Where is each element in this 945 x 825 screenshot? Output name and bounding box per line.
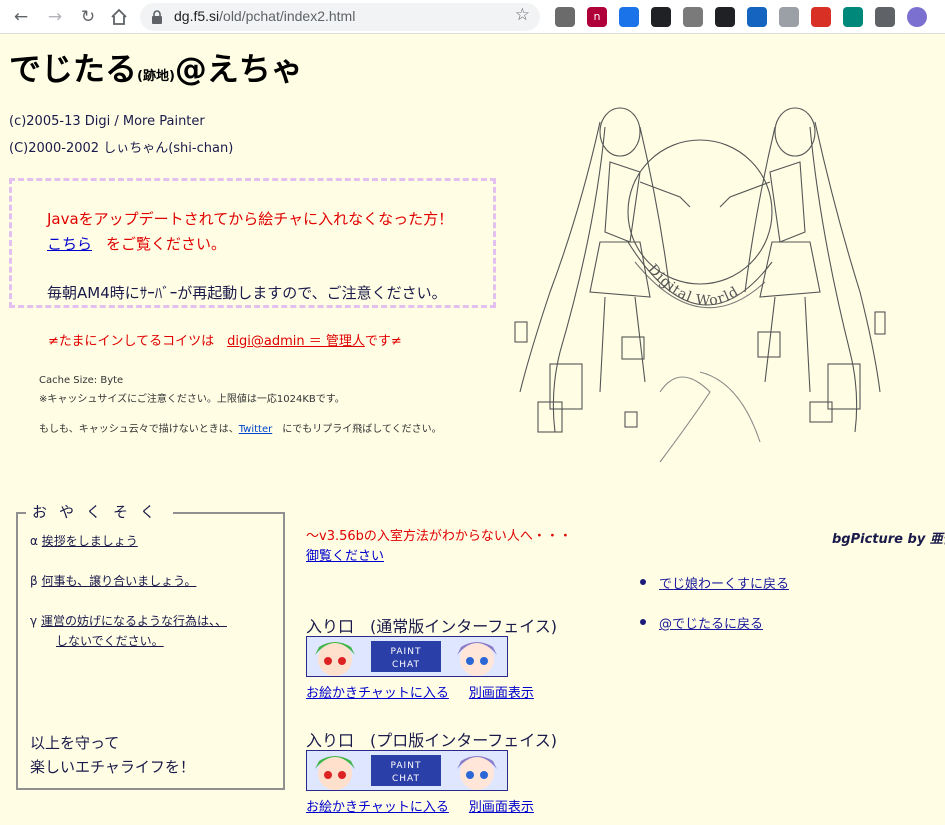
rule-gamma-cont: しないでください。	[56, 632, 164, 649]
rule-beta: β 何事も、譲り合いましょう。	[30, 572, 196, 589]
flame-ext-icon[interactable]	[747, 7, 767, 27]
browser-toolbar: ← → ↻ dg.f5.si/old/pchat/index2.html ☆ n	[0, 0, 945, 34]
twitter-suffix: にでもリプライ飛ばしてください。	[282, 424, 442, 435]
banner-text-chat: CHAT	[392, 774, 420, 784]
java-notice-box: Javaをアップデートされてから絵チャに入れなくなった方！ こちら をご覧ください…	[9, 178, 496, 308]
swirl-ext-icon[interactable]	[843, 7, 863, 27]
cache-size: Cache Size: Byte	[39, 375, 124, 386]
paint-chat-banner-image: PAINT CHAT	[307, 637, 507, 676]
home-icon[interactable]	[107, 5, 131, 29]
star-icon[interactable]: ☆	[515, 5, 530, 25]
rule-alpha: α 挨拶をしましょう	[30, 532, 138, 549]
paint-chat-banner-pro[interactable]: PAINT CHAT	[306, 750, 508, 791]
rule-gamma-link-cont[interactable]: しないでください。	[56, 634, 164, 648]
rules-legend: おやくそく	[26, 501, 174, 522]
fox-ext-icon[interactable]	[651, 7, 671, 27]
page-title: でじたる(跡地)@えちゃ	[9, 44, 303, 90]
bullet	[640, 619, 646, 625]
entry-heading-pro: 入り口 (プロ版インターフェイス)	[306, 731, 558, 750]
rule-gamma-link[interactable]: 運営の妨げになるような行為は、、	[41, 614, 227, 628]
copyright-line: (C)2000-2002 しぃちゃん(shi-chan)	[9, 141, 234, 156]
how-to-enter-text: ～v3.56bの入室方法がわからない人へ・・・	[306, 529, 572, 544]
art-caption: Digital World	[644, 261, 742, 309]
back-to-digital-link[interactable]: @でじたるに戻る	[659, 613, 763, 632]
banner-text-chat: CHAT	[392, 660, 420, 670]
java-notice-suffix: をご覧ください。	[106, 235, 227, 253]
window-ext-icon[interactable]	[619, 7, 639, 27]
entry-heading-standard: 入り口 (通常版インターフェイス)	[306, 617, 558, 636]
title-main: でじたる	[9, 50, 138, 88]
bullet	[640, 579, 646, 585]
banner-text-paint: PAINT	[391, 761, 422, 771]
lock-icon[interactable]	[150, 9, 164, 25]
admin-link[interactable]: digi@admin ＝ 管理人	[227, 334, 365, 349]
background-line-art: Digital World	[514, 107, 886, 463]
address-bar[interactable]: dg.f5.si/old/pchat/index2.html ☆	[140, 3, 540, 31]
java-notice-link-line: こちら をご覧ください。	[47, 233, 226, 254]
java-help-link[interactable]: こちら	[47, 235, 92, 253]
reload-icon[interactable]: ↻	[76, 5, 100, 29]
twitter-line: もしも、キャッシュ云々で描けないときは、Twitter にでもリプライ飛ばしてく…	[39, 420, 442, 435]
bg-credit: bgPicture by 亜依	[832, 532, 945, 547]
twitter-prefix: もしも、キャッシュ云々で描けないときは、	[39, 424, 239, 435]
url-path: /old/pchat/index2.html	[219, 8, 356, 24]
rule-marker: β	[30, 574, 38, 588]
circle-ext-icon[interactable]	[555, 7, 575, 27]
back-to-works-link[interactable]: でじ娘わーくすに戻る	[659, 573, 789, 592]
enter-chat-link[interactable]: お絵かきチャットに入る	[306, 686, 449, 701]
open-new-window-link[interactable]: 別画面表示	[469, 686, 534, 701]
title-suffix: @えちゃ	[174, 50, 303, 88]
paint-chat-banner-image: PAINT CHAT	[307, 751, 507, 790]
back-icon[interactable]: ←	[9, 5, 33, 29]
banner-text-paint: PAINT	[391, 647, 422, 657]
copyright-line: (c)2005-13 Digi / More Painter	[9, 114, 205, 129]
rule-marker: γ	[30, 614, 38, 628]
rule-gamma: γ 運営の妨げになるような行為は、、	[30, 612, 227, 629]
paint-chat-banner-standard[interactable]: PAINT CHAT	[306, 636, 508, 677]
rule-marker: α	[30, 534, 38, 548]
how-to-enter-link[interactable]: 御覧ください	[306, 545, 384, 564]
java-notice-text: Javaをアップデートされてから絵チャに入れなくなった方！	[47, 210, 454, 228]
open-new-window-link[interactable]: 別画面表示	[469, 800, 534, 815]
admin-line: ≠たまにインしてるコイツは digi@admin ＝ 管理人です≠	[48, 330, 402, 349]
admin-prefix: ≠たまにインしてるコイツは	[48, 334, 215, 349]
rule-alpha-link[interactable]: 挨拶をしましょう	[42, 534, 138, 548]
sync-ext-icon[interactable]	[715, 7, 735, 27]
cache-warning: ※キャッシュサイズにご注意ください。上限値は一応1024KBです。	[39, 394, 345, 405]
restart-notice: 毎朝AM4時にｻｰﾊﾞｰが再起動しますので、ご注意ください。	[47, 284, 447, 302]
admin-suffix: です≠	[364, 334, 402, 349]
enter-chat-link[interactable]: お絵かきチャットに入る	[306, 800, 449, 815]
twitter-link[interactable]: Twitter	[239, 424, 273, 435]
rules-box: おやくそく α 挨拶をしましょう β 何事も、譲り合いましょう。 γ 運営の妨げ…	[16, 501, 285, 790]
entry-links-standard: お絵かきチャットに入る 別画面表示	[306, 682, 554, 701]
rule-beta-link[interactable]: 何事も、譲り合いましょう。	[42, 574, 197, 588]
rules-footer: 以上を守って	[30, 734, 120, 752]
forward-icon[interactable]: →	[43, 5, 67, 29]
profile-avatar-icon[interactable]	[907, 7, 927, 27]
url-host: dg.f5.si	[174, 8, 220, 24]
title-small: (跡地)	[137, 69, 175, 84]
entry-links-pro: お絵かきチャットに入る 別画面表示	[306, 796, 554, 815]
record-ext-icon[interactable]	[811, 7, 831, 27]
cast-ext-icon[interactable]	[779, 7, 799, 27]
shield-ext-icon[interactable]	[683, 7, 703, 27]
url-text: dg.f5.si/old/pchat/index2.html	[174, 8, 355, 24]
art-caption-path: Digital World	[644, 261, 741, 309]
n-ext-icon[interactable]: n	[587, 7, 607, 27]
puzzle-icon[interactable]	[875, 7, 895, 27]
rules-footer: 楽しいエチャライフを！	[30, 758, 195, 776]
